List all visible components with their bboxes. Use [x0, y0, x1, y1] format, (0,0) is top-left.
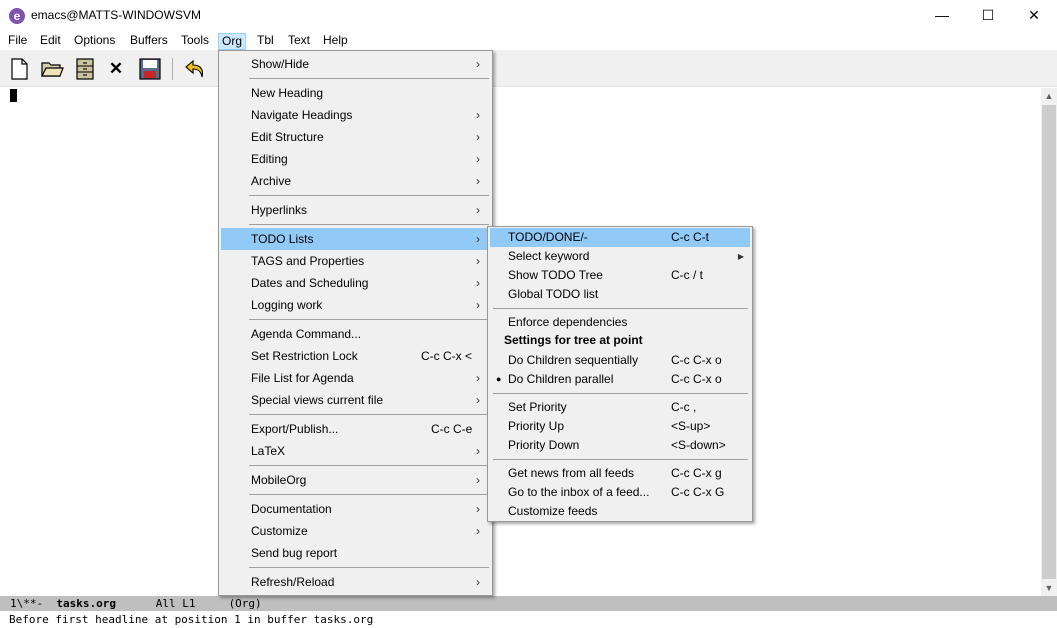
menu-item-editing[interactable]: Editing › [221, 148, 490, 170]
menu-tbl[interactable]: Tbl [254, 33, 277, 50]
modeline-mode: (Org) [228, 597, 262, 610]
submenu-item-get-news-from-all-feeds[interactable]: Get news from all feeds C-c C-x g [490, 464, 750, 483]
menu-item-set-restriction-lock[interactable]: Set Restriction Lock C-c C-x < [221, 345, 490, 367]
submenu-item-go-to-inbox-of-feed[interactable]: Go to the inbox of a feed... C-c C-x G [490, 483, 750, 502]
menu-bar: File Edit Options Buffers Tools Org Tbl … [0, 31, 1057, 50]
scroll-down-icon[interactable]: ▼ [1041, 580, 1057, 596]
save-icon[interactable] [138, 57, 162, 81]
menu-item-new-heading[interactable]: New Heading [221, 82, 490, 104]
submenu-heading-settings-for-tree: Settings for tree at point [504, 333, 643, 347]
echo-area: Before first headline at position 1 in b… [0, 611, 1057, 628]
open-folder-icon[interactable] [40, 57, 64, 81]
menu-item-export-publish[interactable]: Export/Publish... C-c C-e [221, 418, 490, 440]
org-menu: Show/Hide › New Heading Navigate Headings… [218, 50, 493, 596]
menu-item-mobileorg[interactable]: MobileOrg › [221, 469, 490, 491]
menu-item-refresh-reload[interactable]: Refresh/Reload › [221, 571, 490, 593]
new-file-icon[interactable] [7, 57, 31, 81]
modeline-status: 1\**- [10, 597, 57, 610]
close-window-button[interactable]: ✕ [1011, 0, 1057, 31]
menu-item-agenda-command[interactable]: Agenda Command... [221, 323, 490, 345]
menu-item-send-bug-report[interactable]: Send bug report [221, 542, 490, 564]
menu-separator [493, 308, 748, 309]
menu-item-dates-and-scheduling[interactable]: Dates and Scheduling › [221, 272, 490, 294]
todo-lists-submenu: TODO/DONE/- C-c C-t Select keyword ▶ Show … [487, 226, 753, 522]
toolbar-separator [172, 58, 173, 80]
menu-item-latex[interactable]: LaTeX › [221, 440, 490, 462]
menu-separator [493, 393, 748, 394]
submenu-item-global-todo-list[interactable]: Global TODO list [490, 285, 750, 304]
menu-item-todo-lists[interactable]: TODO Lists › [221, 228, 490, 250]
menu-separator [493, 459, 748, 460]
menu-item-hyperlinks[interactable]: Hyperlinks › [221, 199, 490, 221]
menu-item-edit-structure[interactable]: Edit Structure › [221, 126, 490, 148]
menu-item-show-hide[interactable]: Show/Hide › [221, 53, 490, 75]
modeline-position: All L1 [115, 597, 229, 610]
submenu-item-do-children-parallel[interactable]: ● Do Children parallel C-c C-x o [490, 370, 750, 389]
menu-item-customize[interactable]: Customize › [221, 520, 490, 542]
minimize-button[interactable]: — [919, 0, 965, 31]
menu-item-navigate-headings[interactable]: Navigate Headings › [221, 104, 490, 126]
vertical-scrollbar[interactable]: ▲ ▼ [1041, 88, 1057, 596]
menu-separator [249, 224, 489, 225]
submenu-item-show-todo-tree[interactable]: Show TODO Tree C-c / t [490, 266, 750, 285]
window-title: emacs@MATTS-WINDOWSVM [31, 8, 201, 22]
submenu-item-todo-done[interactable]: TODO/DONE/- C-c C-t [490, 228, 750, 247]
menu-item-tags-and-properties[interactable]: TAGS and Properties › [221, 250, 490, 272]
submenu-item-select-keyword[interactable]: Select keyword ▶ [490, 247, 750, 266]
menu-item-special-views[interactable]: Special views current file › [221, 389, 490, 411]
menu-item-documentation[interactable]: Documentation › [221, 498, 490, 520]
menu-buffers[interactable]: Buffers [127, 33, 171, 50]
dired-cabinet-icon[interactable] [73, 57, 97, 81]
menu-text[interactable]: Text [285, 33, 313, 50]
menu-options[interactable]: Options [71, 33, 118, 50]
menu-separator [249, 567, 489, 568]
scroll-up-icon[interactable]: ▲ [1041, 88, 1057, 104]
menu-help[interactable]: Help [320, 33, 351, 50]
submenu-item-enforce-dependencies[interactable]: Enforce dependencies [490, 313, 750, 332]
menu-item-logging-work[interactable]: Logging work › [221, 294, 490, 316]
menu-file[interactable]: File [5, 33, 30, 50]
menu-edit[interactable]: Edit [37, 33, 64, 50]
modeline-buffer-name: tasks.org [56, 597, 116, 610]
submenu-item-customize-feeds[interactable]: Customize feeds [490, 502, 750, 521]
undo-icon[interactable] [183, 57, 207, 81]
submenu-item-priority-down[interactable]: Priority Down <S-down> [490, 436, 750, 455]
menu-separator [249, 195, 489, 196]
submenu-arrow-icon: ▶ [737, 252, 744, 261]
submenu-item-set-priority[interactable]: Set Priority C-c , [490, 398, 750, 417]
menu-separator [249, 494, 489, 495]
menu-separator [249, 319, 489, 320]
text-cursor [10, 89, 17, 102]
menu-org[interactable]: Org [218, 33, 247, 50]
menu-item-file-list-for-agenda[interactable]: File List for Agenda › [221, 367, 490, 389]
radio-selected-icon: ● [496, 374, 502, 384]
title-bar: e emacs@MATTS-WINDOWSVM — ☐ ✕ [0, 0, 1057, 31]
menu-separator [249, 78, 489, 79]
menu-separator [249, 465, 489, 466]
menu-item-archive[interactable]: Archive › [221, 170, 490, 192]
submenu-item-priority-up[interactable]: Priority Up <S-up> [490, 417, 750, 436]
mode-line: 1\**- tasks.org All L1 (Org) [0, 596, 1057, 611]
tool-bar: ✕ [0, 50, 1057, 87]
emacs-icon: e [9, 8, 25, 24]
maximize-button[interactable]: ☐ [965, 0, 1011, 31]
submenu-item-do-children-sequentially[interactable]: Do Children sequentially C-c C-x o [490, 351, 750, 370]
close-buffer-icon[interactable]: ✕ [104, 57, 128, 81]
scroll-thumb[interactable] [1042, 105, 1056, 579]
menu-separator [249, 414, 489, 415]
menu-tools[interactable]: Tools [178, 33, 212, 50]
